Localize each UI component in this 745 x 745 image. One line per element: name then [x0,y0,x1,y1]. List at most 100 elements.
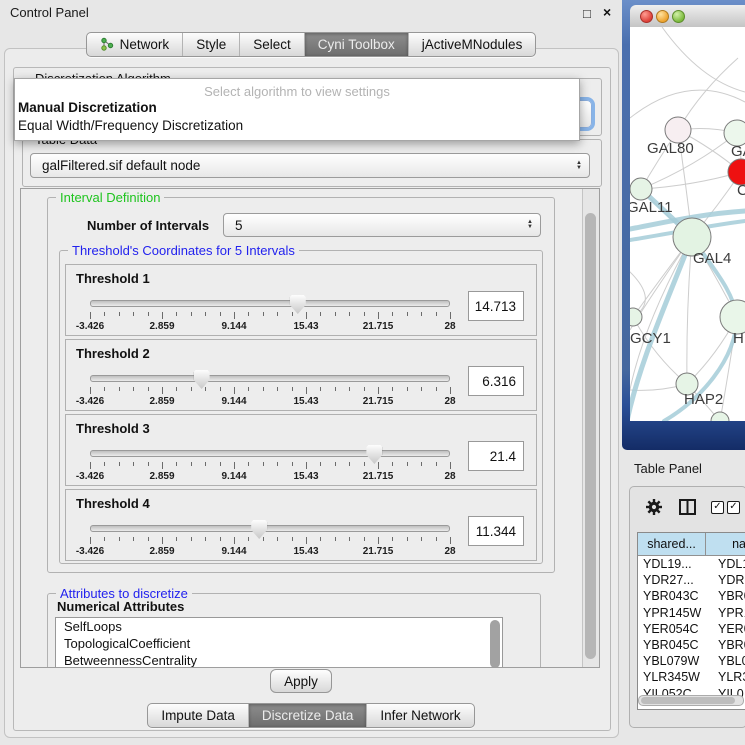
table-cell-name: YPR1 [709,606,745,620]
table-cell-name: YER0 [709,622,745,636]
tab-network[interactable]: Network [87,33,184,56]
tab-discretize-data[interactable]: Discretize Data [249,704,368,727]
slider-tick [421,312,422,316]
scrollbar-thumb[interactable] [585,213,596,659]
slider-tick [392,537,393,541]
network-node-label: GCY1 [630,330,671,347]
close-traffic-light-icon[interactable] [640,10,653,23]
threshold-slider[interactable]: -3.4262.8599.14415.4321.71528 [90,295,450,331]
table-cell-shared-name: YPR145W [638,606,709,620]
network-node-h[interactable] [720,300,745,334]
tab-cyni-toolbox[interactable]: Cyni Toolbox [305,33,409,56]
numerical-attributes-list[interactable]: SelfLoopsTopologicalCoefficientBetweenne… [55,617,503,668]
slider-track[interactable] [90,375,450,382]
network-window-titlebar[interactable] [630,5,745,28]
table-cell-shared-name: YDR27... [638,573,709,587]
threshold-slider[interactable]: -3.4262.8599.14415.4321.71528 [90,370,450,406]
threshold-value-field[interactable]: 21.4 [468,441,524,471]
tab-label: Network [120,37,170,52]
threshold-value-field[interactable]: 14.713 [468,291,524,321]
slider-tick [450,537,451,544]
slider-tick-label: 15.43 [293,321,318,332]
table-data-combobox[interactable]: galFiltered.sif default node ▲▼ [30,153,590,178]
apply-button[interactable]: Apply [270,669,332,693]
column-header-name[interactable]: na [706,533,745,555]
slider-tick [162,312,163,319]
scrollbar-track[interactable] [582,189,599,667]
threshold-value-field[interactable]: 6.316 [468,366,524,396]
table-panel-title: Table Panel [634,461,702,476]
slider-tick [335,462,336,466]
tab-impute-data[interactable]: Impute Data [148,704,249,727]
slider-tick [320,387,321,391]
gear-icon[interactable] [645,498,663,516]
slider-tick [378,462,379,469]
attribute-item-topologicalcoefficient[interactable]: TopologicalCoefficient [56,635,502,652]
slider-tick-label: -3.426 [76,546,104,557]
network-node-label: GAL80 [647,140,694,157]
table-hscrollbar-track[interactable] [638,695,744,706]
slider-handle[interactable] [251,520,267,539]
network-canvas[interactable]: GAL80GACGAL11GAL4HGCY1HAP2 [630,27,745,421]
slider-tick [90,387,91,394]
slider-tick [364,387,365,391]
node-table[interactable]: shared... na YDL19...YDL1YDR27...YDR2YBR… [637,532,745,710]
slider-tick-label: 28 [444,546,455,557]
slider-tick [104,462,105,466]
threshold-panel-4: Threshold 4-3.4262.8599.14415.4321.71528… [65,489,537,561]
slider-tick [306,387,307,394]
checkbox-icon[interactable]: ✓ [711,501,724,514]
slider-tick-label: 21.715 [363,321,394,332]
table-row[interactable]: YLR345WYLR3 [638,669,745,685]
network-node-gal11[interactable] [630,178,652,200]
minimize-traffic-light-icon[interactable] [656,10,669,23]
popup-item-manual-discretization[interactable]: Manual Discretization [15,99,579,117]
slider-handle[interactable] [194,370,210,389]
attribute-item-selfloops[interactable]: SelfLoops [56,618,502,635]
table-cell-name: YBR0 [709,638,745,652]
float-window-icon[interactable]: □ [583,6,591,21]
table-row[interactable]: YBR043CYBR0 [638,588,745,604]
slider-track[interactable] [90,525,450,532]
slider-track[interactable] [90,450,450,457]
table-row[interactable]: YBL079WYBL0 [638,653,745,669]
column-header-shared-name[interactable]: shared... [638,533,706,555]
close-icon[interactable]: × [603,4,611,20]
threshold-value-field[interactable]: 11.344 [468,516,524,546]
slider-tick [263,537,264,541]
number-of-intervals-combobox[interactable]: 5 ▲▼ [223,213,541,237]
table-hscrollbar-thumb[interactable] [641,697,735,704]
slider-track[interactable] [90,300,450,307]
slider-tick [90,462,91,469]
slider-tick [205,537,206,541]
zoom-traffic-light-icon[interactable] [672,10,685,23]
slider-tick-label: 2.859 [149,546,174,557]
tab-jactivemnodules[interactable]: jActiveMNodules [409,33,536,56]
network-edge [687,237,692,384]
number-of-intervals-label: Number of Intervals [87,218,209,233]
attribute-item-betweennesscentrality[interactable]: BetweennessCentrality [56,652,502,668]
threshold-slider[interactable]: -3.4262.8599.14415.4321.71528 [90,445,450,481]
table-data-value: galFiltered.sif default node [42,158,200,173]
list-scrollbar[interactable] [490,620,500,668]
slider-tick [306,537,307,544]
slider-tick-label: 28 [444,321,455,332]
tab-infer-network[interactable]: Infer Network [367,704,473,727]
network-node-label: C [737,182,745,199]
threshold-slider[interactable]: -3.4262.8599.14415.4321.71528 [90,520,450,556]
table-row[interactable]: YBR045CYBR0 [638,637,745,653]
checkbox-icon[interactable]: ✓ [727,501,740,514]
table-row[interactable]: YDL19...YDL1 [638,556,745,572]
split-columns-icon[interactable] [679,499,696,515]
table-row[interactable]: YPR145WYPR1 [638,605,745,621]
slider-handle[interactable] [366,445,382,464]
table-row[interactable]: YER054CYER0 [638,621,745,637]
tab-style[interactable]: Style [183,33,240,56]
table-row[interactable]: YDR27...YDR2 [638,572,745,588]
combo-stepper-icon: ▲▼ [527,220,533,230]
tab-select[interactable]: Select [240,33,305,56]
slider-tick-label: 9.144 [221,396,246,407]
slider-tick [248,462,249,466]
slider-tick-label: 21.715 [363,471,394,482]
popup-item-equal-width-frequency-discretization[interactable]: Equal Width/Frequency Discretization [15,117,579,135]
